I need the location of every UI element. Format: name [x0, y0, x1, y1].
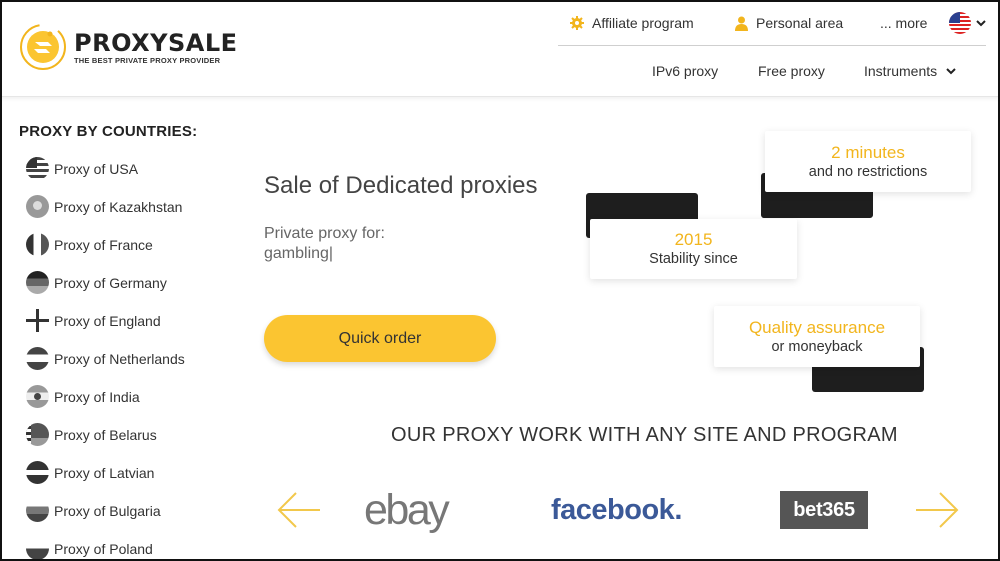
sidebar-item-label: Proxy of India [54, 388, 140, 405]
kazakhstan-flag-icon [26, 195, 49, 218]
sidebar-item-label: Proxy of Netherlands [54, 350, 185, 367]
sidebar-item-label: Proxy of USA [54, 160, 139, 177]
language-selector[interactable] [948, 11, 987, 35]
feature-card-title: 2 minutes [831, 142, 905, 162]
more-label: ... more [880, 15, 928, 31]
sidebar-item-germany[interactable]: Proxy of Germany [26, 271, 167, 294]
nav-instruments[interactable]: Instruments [864, 63, 957, 79]
logo[interactable]: PROXYSALE THE BEST PRIVATE PROXY PROVIDE… [18, 22, 238, 72]
sidebar-item-latvia[interactable]: Proxy of Latvian [26, 461, 154, 484]
sidebar-item-bulgaria[interactable]: Proxy of Bulgaria [26, 499, 161, 522]
sidebar-item-kazakhstan[interactable]: Proxy of Kazakhstan [26, 195, 182, 218]
ebay-logo: ebay [364, 486, 450, 534]
personal-area-label: Personal area [756, 15, 844, 31]
sidebar-item-belarus[interactable]: Proxy of Belarus [26, 423, 157, 446]
site-header: PROXYSALE THE BEST PRIVATE PROXY PROVIDE… [0, 0, 1000, 97]
sidebar-item-netherlands[interactable]: Proxy of Netherlands [26, 347, 185, 370]
brand-tagline: THE BEST PRIVATE PROXY PROVIDER [74, 55, 221, 65]
netherlands-flag-icon [26, 347, 49, 370]
sidebar-item-label: Proxy of Poland [54, 540, 153, 557]
bulgaria-flag-icon [26, 499, 49, 522]
feature-card-text: or moneyback [771, 338, 863, 355]
nav-ipv6-proxy[interactable]: IPv6 proxy [652, 63, 718, 79]
france-flag-icon [26, 233, 49, 256]
sidebar-item-india[interactable]: Proxy of India [26, 385, 140, 408]
bet365-logo: bet365 [780, 491, 868, 529]
chevron-down-icon [976, 20, 986, 27]
india-flag-icon [26, 385, 49, 408]
sidebar-item-france[interactable]: Proxy of France [26, 233, 153, 256]
sidebar-title: PROXY BY COUNTRIES: [19, 123, 198, 140]
poland-flag-icon [26, 537, 49, 560]
facebook-logo: facebook. [551, 494, 682, 526]
arrow-right-icon[interactable] [914, 491, 960, 529]
feature-card-title: Quality assurance [748, 317, 886, 337]
usa-flag-icon [949, 12, 971, 34]
sidebar-item-england[interactable]: Proxy of England [26, 309, 161, 332]
germany-flag-icon [26, 271, 49, 294]
hero-typed-text: gambling| [264, 245, 334, 262]
feature-card-since: 2015 Stability since [590, 219, 797, 279]
sidebar-item-label: Proxy of France [54, 236, 153, 253]
feature-card-title: 2015 [674, 230, 713, 249]
feature-card-text: and no restrictions [808, 163, 928, 180]
sidebar-item-label: Proxy of Kazakhstan [54, 198, 183, 215]
affiliate-program-label: Affiliate program [592, 15, 694, 31]
proxysale-logo-icon [20, 24, 66, 70]
brand-name: PROXYSALE [74, 28, 238, 57]
england-flag-icon [26, 309, 49, 332]
sidebar-item-usa[interactable]: Proxy of USA [26, 157, 138, 180]
gear-icon [570, 16, 584, 30]
hero-title: Sale of Dedicated proxies [264, 172, 538, 199]
latvia-flag-icon [26, 461, 49, 484]
personal-area-link[interactable]: Personal area [735, 14, 843, 32]
belarus-flag-icon [26, 423, 49, 446]
sidebar-item-label: Proxy of Latvian [54, 464, 155, 481]
quick-order-button[interactable]: Quick order [264, 315, 496, 362]
partners-title: OUR PROXY WORK WITH ANY SITE AND PROGRAM [391, 424, 898, 446]
usa-flag-icon [26, 157, 49, 180]
sidebar-item-label: Proxy of Belarus [54, 426, 157, 443]
arrow-left-icon[interactable] [276, 491, 322, 529]
user-icon [735, 16, 748, 31]
top-links-bar: Affiliate program Personal area ... more [558, 11, 987, 46]
feature-card-minutes: 2 minutes and no restrictions [765, 131, 971, 192]
more-link[interactable]: ... more [880, 14, 927, 32]
nav-instruments-label: Instruments [864, 63, 938, 79]
hero-subtitle: Private proxy for: [264, 225, 385, 242]
sidebar-item-label: Proxy of England [54, 312, 161, 329]
affiliate-program-link[interactable]: Affiliate program [570, 14, 694, 32]
feature-card-text: Stability since [649, 251, 738, 267]
chevron-down-icon [946, 68, 956, 75]
sidebar-item-poland[interactable]: Proxy of Poland [26, 537, 153, 560]
sidebar-item-label: Proxy of Bulgaria [54, 502, 161, 519]
nav-free-proxy[interactable]: Free proxy [758, 63, 825, 79]
sidebar-item-label: Proxy of Germany [54, 274, 167, 291]
feature-card-quality: Quality assurance or moneyback [714, 306, 920, 367]
